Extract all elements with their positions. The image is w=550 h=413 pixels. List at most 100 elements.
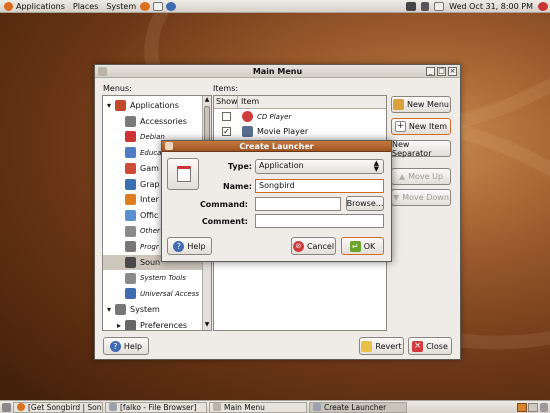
column-show[interactable]: Show	[214, 96, 238, 108]
volume-icon[interactable]	[421, 1, 430, 11]
tree-item[interactable]: Grap	[103, 177, 159, 192]
name-field[interactable]: Songbird	[255, 179, 384, 193]
tree-item[interactable]: ▾ Applications	[103, 98, 179, 113]
tree-item-label: Offic	[140, 210, 159, 220]
menu-category-icon	[125, 225, 136, 237]
help-button[interactable]: ? Help	[103, 337, 149, 355]
firefox-icon[interactable]	[140, 1, 151, 11]
taskbar-item[interactable]: Main Menu	[209, 401, 307, 413]
help-icon: ?	[109, 340, 121, 352]
clock[interactable]: Wed Oct 31, 8:00 PM	[449, 2, 533, 11]
menu-category-icon	[125, 194, 136, 206]
new-menu-button[interactable]: New Menu	[391, 96, 451, 113]
help-label: Help	[123, 341, 143, 351]
command-field[interactable]	[255, 197, 341, 211]
workspace-2[interactable]	[528, 402, 538, 412]
show-desktop-icon[interactable]	[2, 402, 11, 412]
workspace-switcher[interactable]	[517, 402, 538, 412]
main-menu-icon	[213, 403, 221, 411]
tree-item-label: Preferences	[140, 320, 188, 330]
workspace-1[interactable]	[517, 402, 527, 412]
taskbar-item[interactable]: Create Launcher	[309, 401, 407, 413]
window-title: Main Menu	[252, 66, 303, 76]
items-header: Show Item	[214, 96, 386, 109]
tree-item[interactable]: ▾ System	[103, 302, 160, 317]
column-item[interactable]: Item	[238, 96, 259, 108]
maximize-button[interactable]: □	[437, 66, 446, 76]
tree-item[interactable]: Accessories	[103, 114, 187, 129]
menus-label: Menus:	[103, 84, 132, 93]
scroll-up-arrow[interactable]: ▲	[203, 96, 211, 105]
dialog-titlebar[interactable]: Create Launcher	[162, 141, 391, 152]
tree-item[interactable]: ▸ Preferences	[103, 318, 188, 330]
close-window-button[interactable]: ×	[448, 66, 457, 76]
taskbar-label: [Get Songbird | Song...	[28, 402, 102, 412]
scroll-down-arrow[interactable]: ▼	[203, 321, 211, 330]
applications-menu-label: Applications	[16, 1, 65, 11]
trash-icon[interactable]	[540, 402, 548, 412]
tree-item-label: Progr	[140, 242, 159, 251]
tree-item[interactable]: Universal Access	[103, 286, 199, 301]
new-item-label: New Item	[408, 122, 448, 131]
tree-item[interactable]: Debian	[103, 129, 165, 144]
applications-menu[interactable]: Applications	[0, 1, 69, 11]
taskbar-label: [falko - File Browser]	[120, 402, 197, 412]
move-up-button[interactable]: ▲ Move Up	[391, 168, 451, 185]
taskbar-label: Main Menu	[224, 402, 265, 412]
places-menu[interactable]: Places	[69, 2, 102, 11]
dialog-title: Create Launcher	[239, 141, 314, 151]
show-checkbox[interactable]: ✓	[222, 127, 231, 136]
type-label: Type:	[227, 162, 252, 171]
minimize-button[interactable]: _	[426, 66, 435, 76]
type-select[interactable]: Application ▲ ▼	[255, 159, 384, 174]
tree-item[interactable]: Gam	[103, 161, 159, 176]
close-button[interactable]: × Close	[408, 337, 452, 355]
taskbar-item[interactable]: [Get Songbird | Song...	[13, 401, 103, 413]
launcher-icon-button[interactable]	[167, 158, 199, 190]
show-checkbox[interactable]	[222, 112, 231, 121]
tree-item[interactable]: Progr	[103, 239, 159, 254]
tree-item[interactable]: Educa	[103, 145, 161, 160]
browse-button[interactable]: Browse...	[346, 196, 384, 211]
bottom-panel: [Get Songbird | Song... [falko - File Br…	[0, 400, 550, 413]
main-menu-titlebar[interactable]: Main Menu _ □ ×	[95, 65, 460, 78]
tree-item[interactable]: Inter	[103, 192, 159, 207]
new-separator-button[interactable]: New Separator	[391, 140, 451, 158]
mail-notify-icon[interactable]	[434, 1, 445, 11]
create-launcher-dialog: Create Launcher Type: Application ▲ ▼ Nam…	[161, 140, 392, 262]
ok-button[interactable]: ↵ OK	[341, 237, 384, 255]
expander-icon[interactable]: ▾	[107, 101, 111, 110]
browser-icon	[17, 403, 25, 411]
power-icon[interactable]	[538, 1, 548, 11]
taskbar-label: Create Launcher	[324, 402, 387, 412]
cd-player-icon	[242, 111, 253, 122]
comment-field[interactable]	[255, 214, 384, 228]
type-select-value: Application	[259, 161, 304, 170]
system-menu[interactable]: System	[102, 2, 140, 11]
tree-item-label: Inter	[140, 195, 159, 205]
list-item[interactable]: ✓ Movie Player	[214, 124, 386, 139]
menu-category-icon	[125, 272, 136, 284]
new-item-button[interactable]: + New Item	[391, 118, 451, 135]
dialog-help-button[interactable]: ? Help	[167, 237, 212, 255]
revert-button[interactable]: Revert	[359, 337, 404, 355]
tree-item[interactable]: Other	[103, 224, 160, 239]
help-icon[interactable]	[166, 1, 177, 11]
name-label: Name:	[222, 182, 252, 191]
menu-category-icon	[115, 100, 127, 111]
tree-item[interactable]: System Tools	[103, 271, 186, 286]
mail-icon[interactable]	[153, 1, 164, 11]
revert-icon	[361, 340, 373, 352]
list-item[interactable]: CD Player	[214, 109, 386, 124]
expander-icon[interactable]: ▾	[107, 305, 111, 314]
cancel-button[interactable]: ⊘ Cancel	[291, 237, 336, 255]
expander-icon[interactable]: ▸	[117, 321, 121, 330]
tree-item-label: Universal Access	[140, 289, 200, 298]
move-down-button[interactable]: ▼ Move Down	[391, 189, 451, 206]
tree-item[interactable]: Offic	[103, 208, 158, 223]
network-icon[interactable]	[406, 1, 417, 11]
new-menu-label: New Menu	[407, 100, 449, 109]
tree-item-label: Gam	[140, 163, 159, 173]
tree-item-label: System Tools	[140, 274, 186, 283]
taskbar-item[interactable]: [falko - File Browser]	[105, 401, 207, 413]
